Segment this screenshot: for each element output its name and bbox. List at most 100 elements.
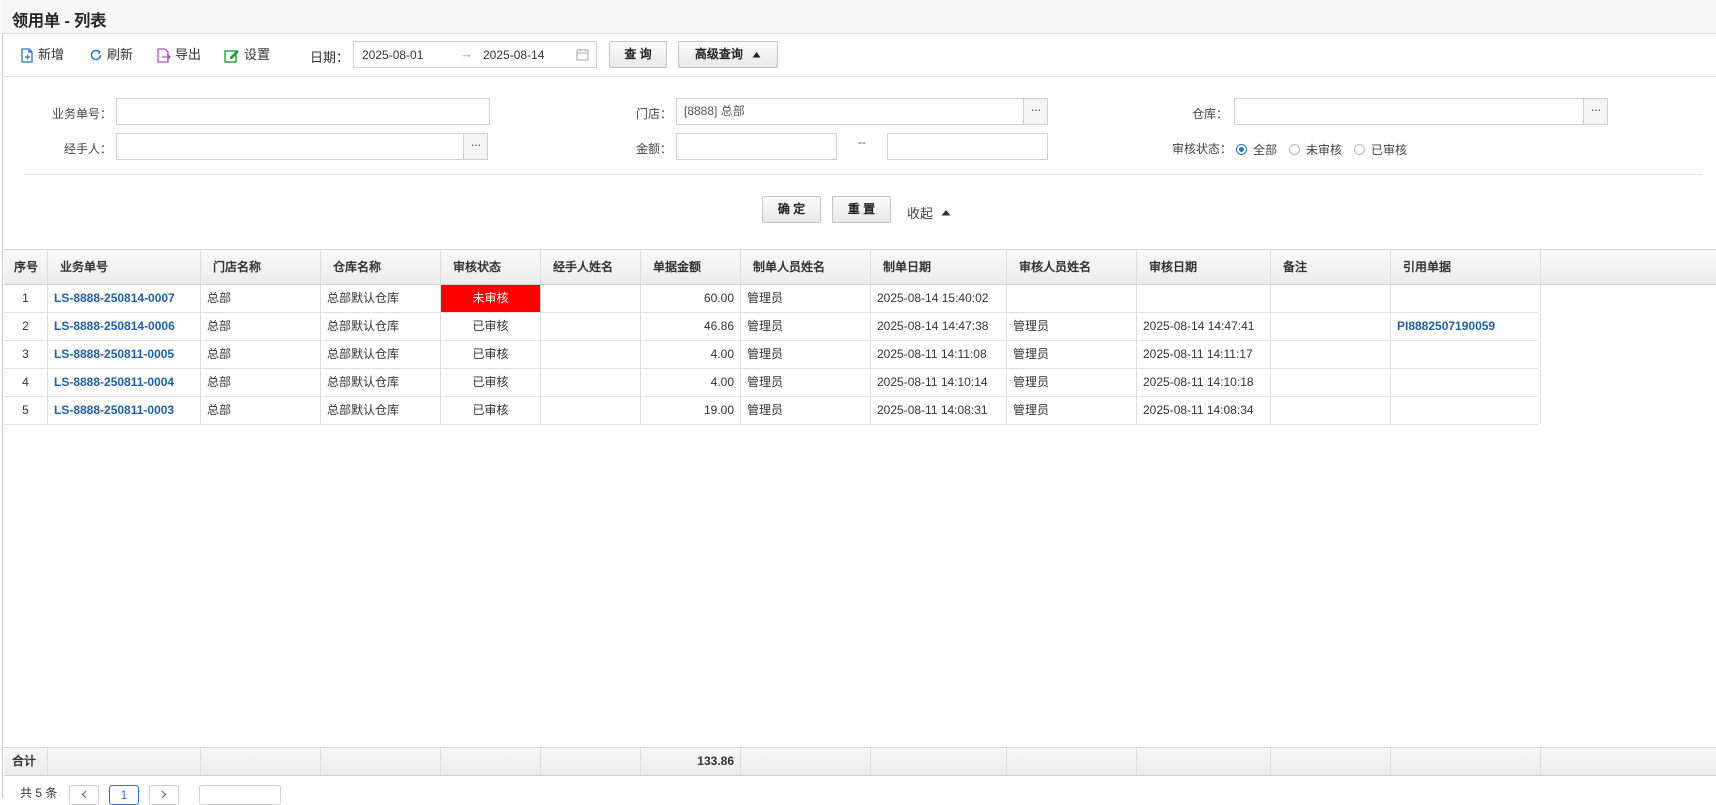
col-header-remark[interactable]: 备注 <box>1271 250 1391 284</box>
total-count: 共 5 条 <box>20 786 58 800</box>
page-size-select[interactable] <box>199 785 281 805</box>
status-radio-unreviewed[interactable]: 未审核 <box>1289 141 1342 158</box>
warehouse-label: 仓库： <box>1191 107 1228 121</box>
store-picker-button[interactable]: ··· <box>1023 98 1048 125</box>
status-radio-all[interactable]: 全部 <box>1236 141 1277 158</box>
cell-reviewer: 管理员 <box>1007 341 1137 368</box>
prev-page-button[interactable] <box>69 785 99 805</box>
cell-doc-no-link[interactable]: LS-8888-250814-0007 <box>48 285 201 312</box>
footer-cell <box>541 748 641 775</box>
cell-doc-no-link[interactable]: LS-8888-250814-0006 <box>48 313 201 340</box>
footer-cell <box>741 748 871 775</box>
date-range-picker[interactable]: 2025-08-01 → 2025-08-14 <box>353 41 597 68</box>
add-label: 新增 <box>38 47 65 62</box>
cell-reviewed-date: 2025-08-11 14:08:34 <box>1137 397 1271 424</box>
export-label: 导出 <box>175 47 202 62</box>
cell-creator: 管理员 <box>741 313 871 340</box>
amount-to-input[interactable] <box>887 133 1048 160</box>
settings-button[interactable]: 设置 <box>224 43 270 67</box>
cell-reference-link[interactable] <box>1391 341 1541 368</box>
warehouse-picker-button[interactable]: ··· <box>1583 98 1608 125</box>
reset-label: 重 置 <box>847 202 876 216</box>
col-header-doc-no[interactable]: 业务单号 <box>48 250 201 284</box>
warehouse-input[interactable] <box>1234 98 1584 125</box>
table-row[interactable]: 5 LS-8888-250811-0003 总部 总部默认仓库 已审核 19.0… <box>4 397 1541 425</box>
col-header-reviewed-date[interactable]: 审核日期 <box>1137 250 1271 284</box>
grid-footer-summary: 合计 133.86 <box>4 747 1716 776</box>
cell-doc-no-link[interactable]: LS-8888-250811-0003 <box>48 397 201 424</box>
col-header-created-date[interactable]: 制单日期 <box>871 250 1007 284</box>
amount-from-input[interactable] <box>676 133 837 160</box>
doc-no-input[interactable] <box>116 98 490 125</box>
status-option-all: 全部 <box>1253 143 1278 157</box>
cell-reference-link[interactable] <box>1391 397 1541 424</box>
table-row[interactable]: 1 LS-8888-250814-0007 总部 总部默认仓库 未审核 60.0… <box>4 285 1541 313</box>
cell-creator: 管理员 <box>741 285 871 312</box>
table-row[interactable]: 3 LS-8888-250811-0005 总部 总部默认仓库 已审核 4.00… <box>4 341 1541 369</box>
cell-reference-link[interactable] <box>1391 369 1541 396</box>
col-header-store[interactable]: 门店名称 <box>201 250 321 284</box>
date-from[interactable]: 2025-08-01 <box>362 48 423 62</box>
reset-button[interactable]: 重 置 <box>832 196 891 223</box>
cell-amount: 60.00 <box>641 285 741 312</box>
table-row[interactable]: 2 LS-8888-250814-0006 总部 总部默认仓库 已审核 46.8… <box>4 313 1541 341</box>
collapse-toggle[interactable]: 收起 <box>907 203 951 222</box>
cell-handler <box>541 313 641 340</box>
page-button-current[interactable]: 1 <box>109 785 139 805</box>
cell-index: 2 <box>4 313 48 340</box>
cell-doc-no-link[interactable]: LS-8888-250811-0004 <box>48 369 201 396</box>
cell-remark <box>1271 341 1391 368</box>
cell-created-date: 2025-08-11 14:11:08 <box>871 341 1007 368</box>
cell-store: 总部 <box>201 285 321 312</box>
col-header-amount[interactable]: 单据金额 <box>641 250 741 284</box>
store-input[interactable]: [8888] 总部 <box>676 98 1024 125</box>
export-button[interactable]: 导出 <box>156 43 201 67</box>
status-radio-reviewed[interactable]: 已审核 <box>1354 141 1407 158</box>
query-button[interactable]: 查 询 <box>609 41 667 68</box>
cell-creator: 管理员 <box>741 397 871 424</box>
cell-store: 总部 <box>201 313 321 340</box>
col-header-creator[interactable]: 制单人员姓名 <box>741 250 871 284</box>
edit-settings-icon <box>224 49 239 63</box>
cell-doc-no-link[interactable]: LS-8888-250811-0005 <box>48 341 201 368</box>
col-header-handler[interactable]: 经手人姓名 <box>541 250 641 284</box>
cell-created-date: 2025-08-14 15:40:02 <box>871 285 1007 312</box>
col-header-index[interactable]: 序号 <box>4 250 48 284</box>
cell-handler <box>541 397 641 424</box>
refresh-button[interactable]: 刷新 <box>89 43 133 67</box>
calendar-icon[interactable] <box>576 48 589 61</box>
advanced-query-button[interactable]: 高级查询 <box>678 41 778 68</box>
cell-amount: 19.00 <box>641 397 741 424</box>
cell-reference-link[interactable]: PI8882507190059 <box>1391 313 1541 340</box>
col-header-reference[interactable]: 引用单据 <box>1391 250 1541 284</box>
table-row[interactable]: 4 LS-8888-250811-0004 总部 总部默认仓库 已审核 4.00… <box>4 369 1541 397</box>
footer-cell <box>1007 748 1137 775</box>
cell-creator: 管理员 <box>741 369 871 396</box>
cell-reviewed-date <box>1137 285 1271 312</box>
footer-cell <box>201 748 321 775</box>
confirm-button[interactable]: 确 定 <box>762 196 821 223</box>
cell-creator: 管理员 <box>741 341 871 368</box>
cell-remark <box>1271 369 1391 396</box>
col-header-warehouse[interactable]: 仓库名称 <box>321 250 441 284</box>
caret-up-icon <box>752 52 761 58</box>
handler-input[interactable] <box>116 133 464 160</box>
next-page-button[interactable] <box>149 785 179 805</box>
cell-store: 总部 <box>201 369 321 396</box>
refresh-label: 刷新 <box>107 47 134 62</box>
advanced-filter-panel: 业务单号： 门店： [8888] 总部 ··· 仓库： ··· 经手人： ···… <box>2 77 1716 247</box>
doc-no-label: 业务单号： <box>51 107 112 121</box>
col-header-status[interactable]: 审核状态 <box>441 250 541 284</box>
cell-reference-link[interactable] <box>1391 285 1541 312</box>
footer-cell <box>1391 748 1541 775</box>
col-header-reviewer[interactable]: 审核人员姓名 <box>1007 250 1137 284</box>
cell-handler <box>541 285 641 312</box>
handler-picker-button[interactable]: ··· <box>463 133 488 160</box>
cell-index: 4 <box>4 369 48 396</box>
add-button[interactable]: 新增 <box>20 43 64 67</box>
amount-range-separator: -- <box>858 135 866 149</box>
cell-created-date: 2025-08-11 14:08:31 <box>871 397 1007 424</box>
date-to[interactable]: 2025-08-14 <box>483 48 544 62</box>
cell-handler <box>541 341 641 368</box>
footer-cell <box>871 748 1007 775</box>
